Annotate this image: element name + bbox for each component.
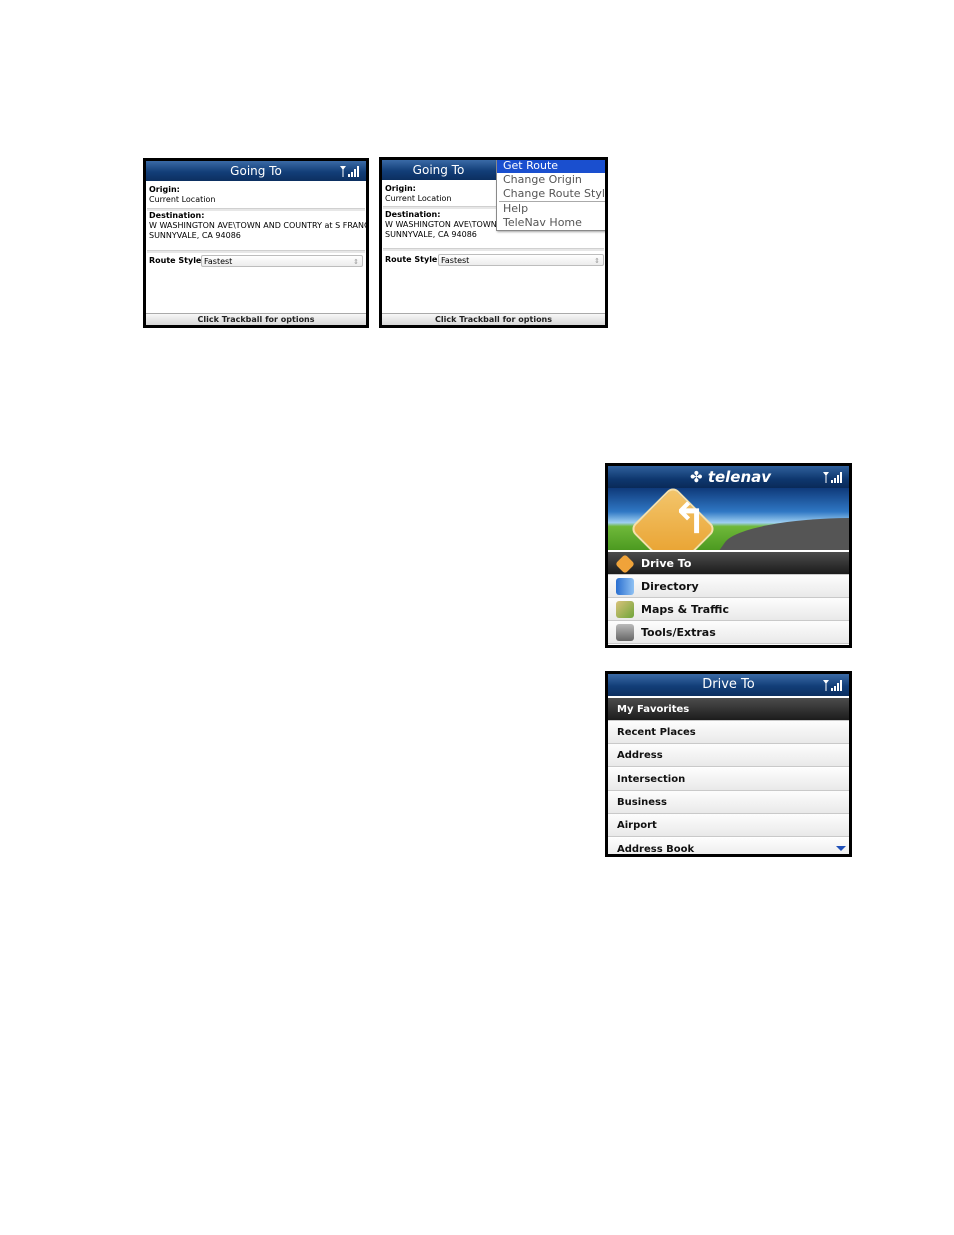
signal-icon	[823, 680, 842, 691]
route-style-dropdown[interactable]: Fastest ⇕	[201, 255, 363, 267]
origin-value: Current Location	[149, 195, 216, 204]
drive-to-icon	[615, 554, 635, 574]
menu-item-label: Directory	[641, 580, 699, 593]
destination-line2: SUNNYVALE, CA 94086	[385, 230, 477, 239]
title-bar: Going To	[146, 161, 366, 181]
menu-item-directory[interactable]: Directory	[608, 575, 849, 598]
hero-banner: ↰	[608, 488, 849, 550]
list-item-recent-places[interactable]: Recent Places	[608, 721, 849, 744]
dropdown-arrow-icon: ⇕	[594, 257, 600, 265]
scroll-down-icon[interactable]	[836, 846, 846, 851]
telenav-home-screen: ✤ telenav ↰ Drive To Directory Maps & Tr…	[605, 463, 852, 648]
going-to-menu-screen: Going To Origin: Current Location Destin…	[379, 157, 608, 328]
logo-text: telenav	[707, 468, 772, 486]
directory-icon	[616, 578, 634, 595]
menu-item-maps-traffic[interactable]: Maps & Traffic	[608, 598, 849, 621]
drive-to-screen: Drive To My Favorites Recent Places Addr…	[605, 671, 852, 857]
title-bar: ✤ telenav	[608, 466, 849, 488]
signal-icon	[823, 472, 842, 483]
signal-icon	[340, 166, 359, 177]
route-style-value: Fastest	[441, 256, 470, 265]
menu-item-label: Maps & Traffic	[641, 603, 729, 616]
menu-item-get-route[interactable]: Get Route	[497, 160, 605, 173]
list-item-label: Airport	[617, 820, 657, 831]
menu-item-label: Drive To	[641, 557, 692, 570]
menu-item-label: Tools/Extras	[641, 626, 716, 639]
going-to-screen: Going To Origin: Current Location Destin…	[143, 158, 369, 328]
list-item-address[interactable]: Address	[608, 744, 849, 767]
list-item-intersection[interactable]: Intersection	[608, 768, 849, 791]
list-item-label: Intersection	[617, 774, 686, 785]
menu-item-drive-to[interactable]: Drive To	[608, 552, 849, 575]
menu-item-tools-extras[interactable]: Tools/Extras	[608, 621, 849, 644]
menu-item-change-route-style[interactable]: Change Route Style	[497, 187, 605, 201]
list-item-business[interactable]: Business	[608, 791, 849, 814]
tools-extras-icon	[616, 624, 634, 641]
title-bar: Drive To	[608, 674, 849, 696]
list-item-my-favorites[interactable]: My Favorites	[608, 698, 849, 721]
list-item-label: Address	[617, 750, 663, 761]
list-item-label: Address Book	[617, 844, 695, 855]
road-graphic	[713, 518, 849, 550]
maps-traffic-icon	[616, 601, 634, 618]
menu-item-help[interactable]: Help	[497, 202, 605, 216]
status-bar: Click Trackball for options	[382, 313, 605, 325]
route-style-label: Route Style:	[385, 255, 441, 264]
screen-title: Going To	[230, 164, 282, 178]
telenav-logo: ✤ telenav	[690, 468, 771, 486]
status-bar: Click Trackball for options	[146, 313, 366, 325]
destination-field[interactable]: Destination: W WASHINGTON AVE\TOWN AND C…	[149, 211, 369, 241]
list-item-label: Recent Places	[617, 727, 696, 738]
menu-item-change-origin[interactable]: Change Origin	[497, 173, 605, 187]
destination-label: Destination:	[149, 211, 205, 220]
list-item-label: My Favorites	[617, 704, 690, 715]
route-style-label: Route Style:	[149, 256, 205, 265]
list-item-airport[interactable]: Airport	[608, 814, 849, 837]
options-menu: Get Route Change Origin Change Route Sty…	[496, 160, 605, 231]
screen-title: Drive To	[702, 677, 755, 692]
menu-item-telenav-home[interactable]: TeleNav Home	[497, 216, 605, 230]
destination-line1: W WASHINGTON AVE\TOWN AND COUNTRY at S F…	[149, 221, 369, 230]
route-style-dropdown[interactable]: Fastest ⇕	[438, 254, 604, 266]
list-item-label: Business	[617, 797, 667, 808]
telenav-logo-icon: ✤	[690, 468, 703, 486]
dropdown-arrow-icon: ⇕	[353, 258, 359, 266]
list-item-address-book[interactable]: Address Book	[608, 838, 849, 855]
origin-label: Origin:	[149, 185, 180, 194]
divider	[147, 250, 365, 253]
divider	[383, 248, 604, 251]
destination-line2: SUNNYVALE, CA 94086	[149, 231, 241, 240]
turn-arrow-icon: ↰	[672, 494, 708, 543]
route-style-value: Fastest	[204, 257, 233, 266]
origin-field[interactable]: Origin: Current Location	[149, 185, 363, 205]
